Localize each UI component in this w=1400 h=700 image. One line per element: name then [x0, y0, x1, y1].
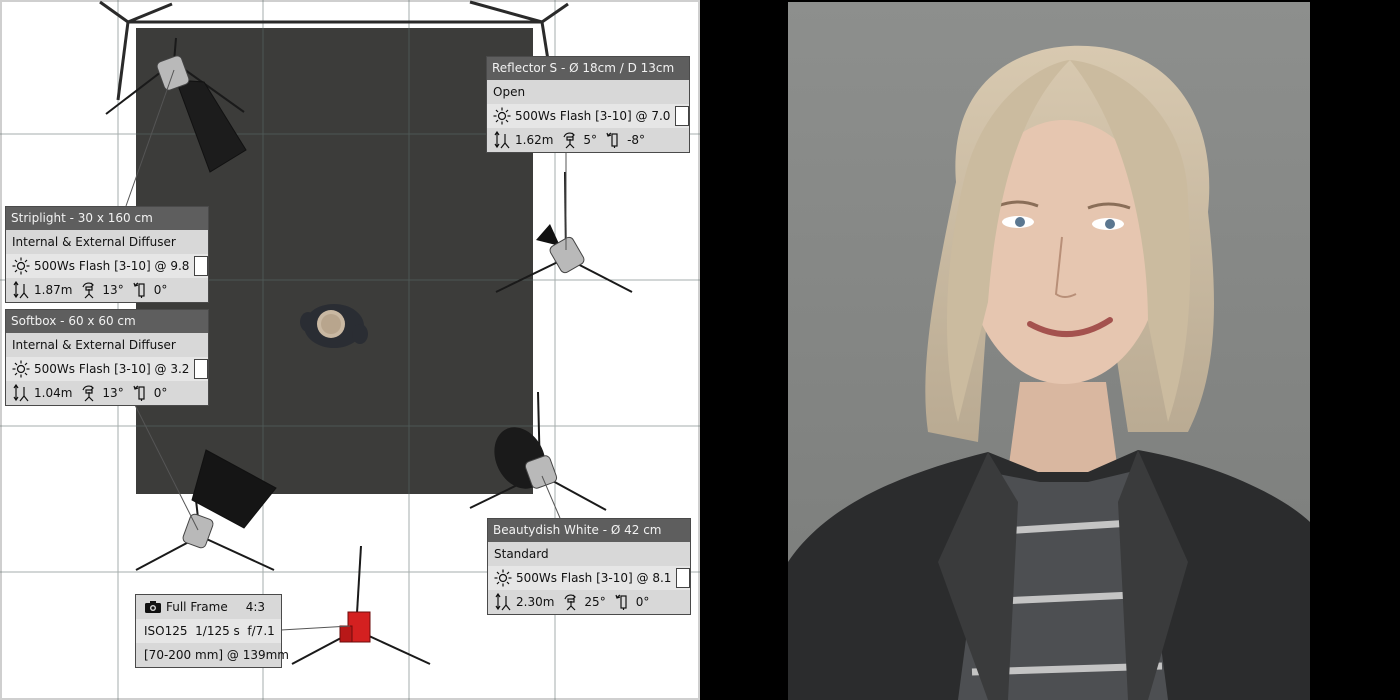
height-stand-icon	[493, 131, 511, 149]
camera-lens[interactable]: [70-200 mm] @ 139mm	[136, 643, 289, 667]
beautydish-modifier[interactable]: Standard	[488, 542, 690, 566]
lighting-diagram-view[interactable]: Striplight - 30 x 160 cm Internal & Exte…	[0, 0, 700, 700]
height-stand-icon	[12, 281, 30, 299]
camera-icon	[144, 598, 162, 616]
reflector-roll: -8°	[627, 133, 646, 147]
softbox-flash-row[interactable]: 500Ws Flash [3-10] @ 3.2	[6, 357, 208, 381]
reflector-tilt: 5°	[583, 133, 598, 147]
roll-icon	[132, 281, 150, 299]
striplight-tilt: 13°	[102, 283, 124, 297]
striplight-info-panel[interactable]: Striplight - 30 x 160 cm Internal & Exte…	[5, 206, 209, 303]
tilt-icon	[80, 384, 98, 402]
striplight-flash-power: 500Ws Flash [3-10] @ 9.8	[34, 259, 190, 273]
camera-exposure[interactable]: ISO125 1/125 s f/7.1	[136, 619, 281, 643]
beautydish-info-panel[interactable]: Beautydish White - Ø 42 cm Standard 500W…	[487, 518, 691, 615]
striplight-roll: 0°	[153, 283, 168, 297]
reflector-flash-row[interactable]: 500Ws Flash [3-10] @ 7.0	[487, 104, 689, 128]
softbox-roll: 0°	[153, 386, 168, 400]
reflector-height: 1.62m	[515, 133, 554, 147]
beautydish-height: 2.30m	[516, 595, 555, 609]
beautydish-flash-power: 500Ws Flash [3-10] @ 8.1	[516, 571, 672, 585]
camera-sensor-row[interactable]: Full Frame 4:3	[136, 595, 281, 619]
height-stand-icon	[494, 593, 512, 611]
reflector-modifier[interactable]: Open	[487, 80, 689, 104]
reflector-flash-power: 500Ws Flash [3-10] @ 7.0	[515, 109, 671, 123]
softbox-height: 1.04m	[34, 386, 73, 400]
striplight-position-row[interactable]: 1.87m 13° 0°	[6, 278, 208, 302]
tilt-icon	[80, 281, 98, 299]
sun-icon	[493, 107, 511, 125]
rendered-portrait-image	[788, 2, 1310, 700]
striplight-color-swatch[interactable]	[194, 256, 208, 276]
softbox-title: Softbox - 60 x 60 cm	[6, 310, 208, 333]
render-preview-pane	[700, 0, 1400, 700]
reflector-title: Reflector S - Ø 18cm / D 13cm	[487, 57, 689, 80]
striplight-flash-row[interactable]: 500Ws Flash [3-10] @ 9.8	[6, 254, 208, 278]
sun-icon	[494, 569, 512, 587]
softbox-modifier[interactable]: Internal & External Diffuser	[6, 333, 208, 357]
sun-icon	[12, 360, 30, 378]
lighting-setup-app: Striplight - 30 x 160 cm Internal & Exte…	[0, 0, 1400, 700]
softbox-position-row[interactable]: 1.04m 13° 0°	[6, 381, 208, 405]
roll-icon	[614, 593, 632, 611]
striplight-modifier[interactable]: Internal & External Diffuser	[6, 230, 208, 254]
reflector-info-panel[interactable]: Reflector S - Ø 18cm / D 13cm Open 500Ws…	[486, 56, 690, 153]
tilt-icon	[561, 131, 579, 149]
camera-sensor: Full Frame	[166, 600, 228, 614]
reflector-color-swatch[interactable]	[675, 106, 689, 126]
beautydish-tilt: 25°	[584, 595, 606, 609]
beautydish-color-swatch[interactable]	[676, 568, 690, 588]
roll-icon	[132, 384, 150, 402]
sun-icon	[12, 257, 30, 275]
beautydish-title: Beautydish White - Ø 42 cm	[488, 519, 690, 542]
camera-info-panel[interactable]: Full Frame 4:3 ISO125 1/125 s f/7.1 [70-…	[135, 594, 289, 668]
camera-aspect-ratio: 4:3	[245, 600, 266, 614]
roll-icon	[605, 131, 623, 149]
softbox-flash-power: 500Ws Flash [3-10] @ 3.2	[34, 362, 190, 376]
beautydish-position-row[interactable]: 2.30m 25° 0°	[488, 590, 690, 614]
reflector-position-row[interactable]: 1.62m 5° -8°	[487, 128, 689, 152]
striplight-height: 1.87m	[34, 283, 73, 297]
softbox-color-swatch[interactable]	[194, 359, 208, 379]
height-stand-icon	[12, 384, 30, 402]
beautydish-flash-row[interactable]: 500Ws Flash [3-10] @ 8.1	[488, 566, 690, 590]
beautydish-roll: 0°	[635, 595, 650, 609]
striplight-title: Striplight - 30 x 160 cm	[6, 207, 208, 230]
softbox-info-panel[interactable]: Softbox - 60 x 60 cm Internal & External…	[5, 309, 209, 406]
tilt-icon	[562, 593, 580, 611]
softbox-tilt: 13°	[102, 386, 124, 400]
